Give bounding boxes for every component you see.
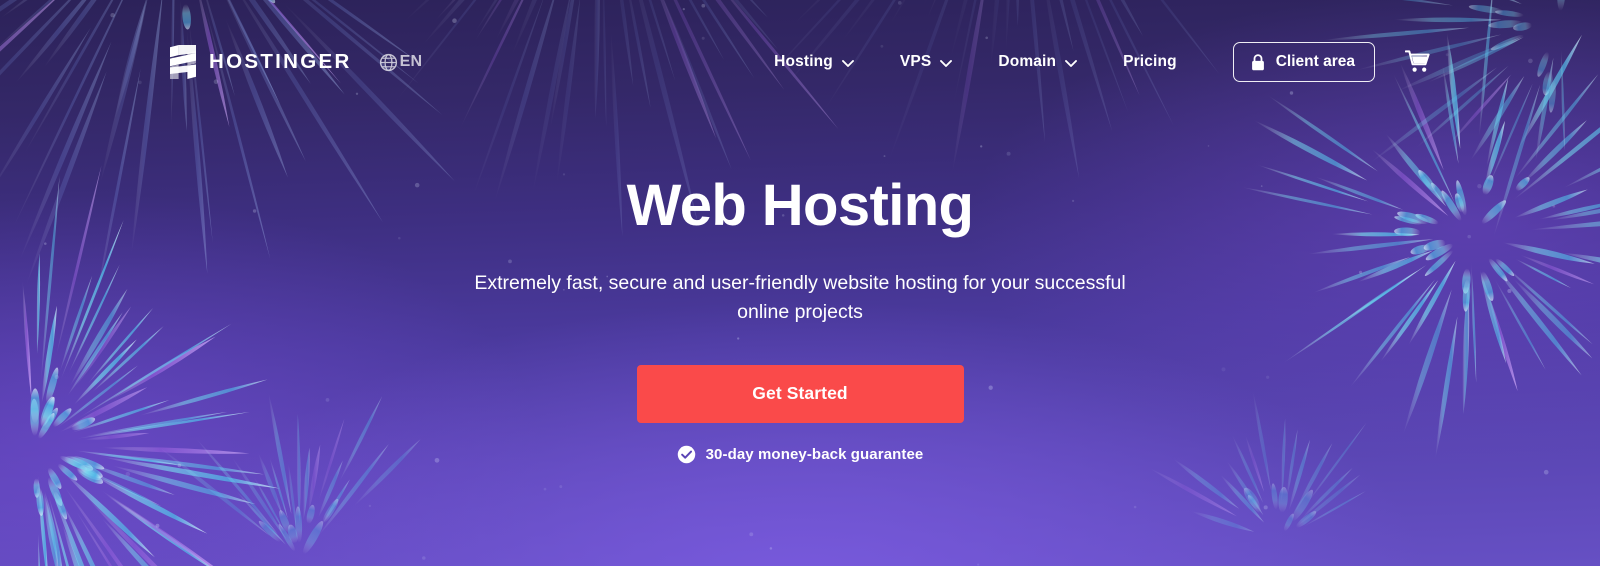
nav-links: Hosting VPS Domain Pricing Client area	[751, 42, 1432, 82]
globe-icon	[379, 53, 397, 71]
hero-subtitle: Extremely fast, secure and user-friendly…	[474, 271, 1126, 324]
language-selector[interactable]: EN	[379, 53, 423, 72]
hostinger-h-logo-icon	[170, 45, 196, 79]
check-circle-icon	[677, 445, 695, 464]
guarantee-label: 30-day money-back guarantee	[705, 445, 924, 463]
shopping-cart-icon[interactable]	[1405, 50, 1432, 74]
nav-item-label: Hosting	[774, 53, 833, 70]
brand-name: HOSTINGER	[209, 49, 352, 73]
get-started-button[interactable]: Get Started	[636, 364, 964, 423]
chevron-down-icon	[940, 59, 953, 67]
brand-logo[interactable]: HOSTINGER	[170, 45, 352, 79]
nav-item-label: VPS	[899, 53, 932, 70]
chevron-down-icon	[841, 59, 854, 67]
nav-item-label: Pricing	[1123, 53, 1177, 70]
hero-banner: HOSTINGER EN Hosting VPS Domain Pricing …	[0, 0, 1600, 566]
nav-item-hosting[interactable]: Hosting	[751, 53, 877, 71]
client-area-button[interactable]: Client area	[1232, 42, 1375, 82]
nav-item-domain[interactable]: Domain	[975, 53, 1100, 71]
navbar: HOSTINGER EN Hosting VPS Domain Pricing …	[0, 0, 1600, 124]
nav-item-label: Domain	[998, 53, 1057, 70]
lock-icon	[1251, 53, 1264, 70]
client-area-label: Client area	[1275, 53, 1355, 70]
nav-item-pricing[interactable]: Pricing	[1100, 53, 1200, 71]
money-back-guarantee: 30-day money-back guarantee	[677, 445, 924, 464]
page-title: Web Hosting	[626, 173, 974, 238]
chevron-down-icon	[1065, 59, 1078, 67]
nav-item-vps[interactable]: VPS	[877, 53, 975, 71]
language-code: EN	[399, 53, 423, 70]
